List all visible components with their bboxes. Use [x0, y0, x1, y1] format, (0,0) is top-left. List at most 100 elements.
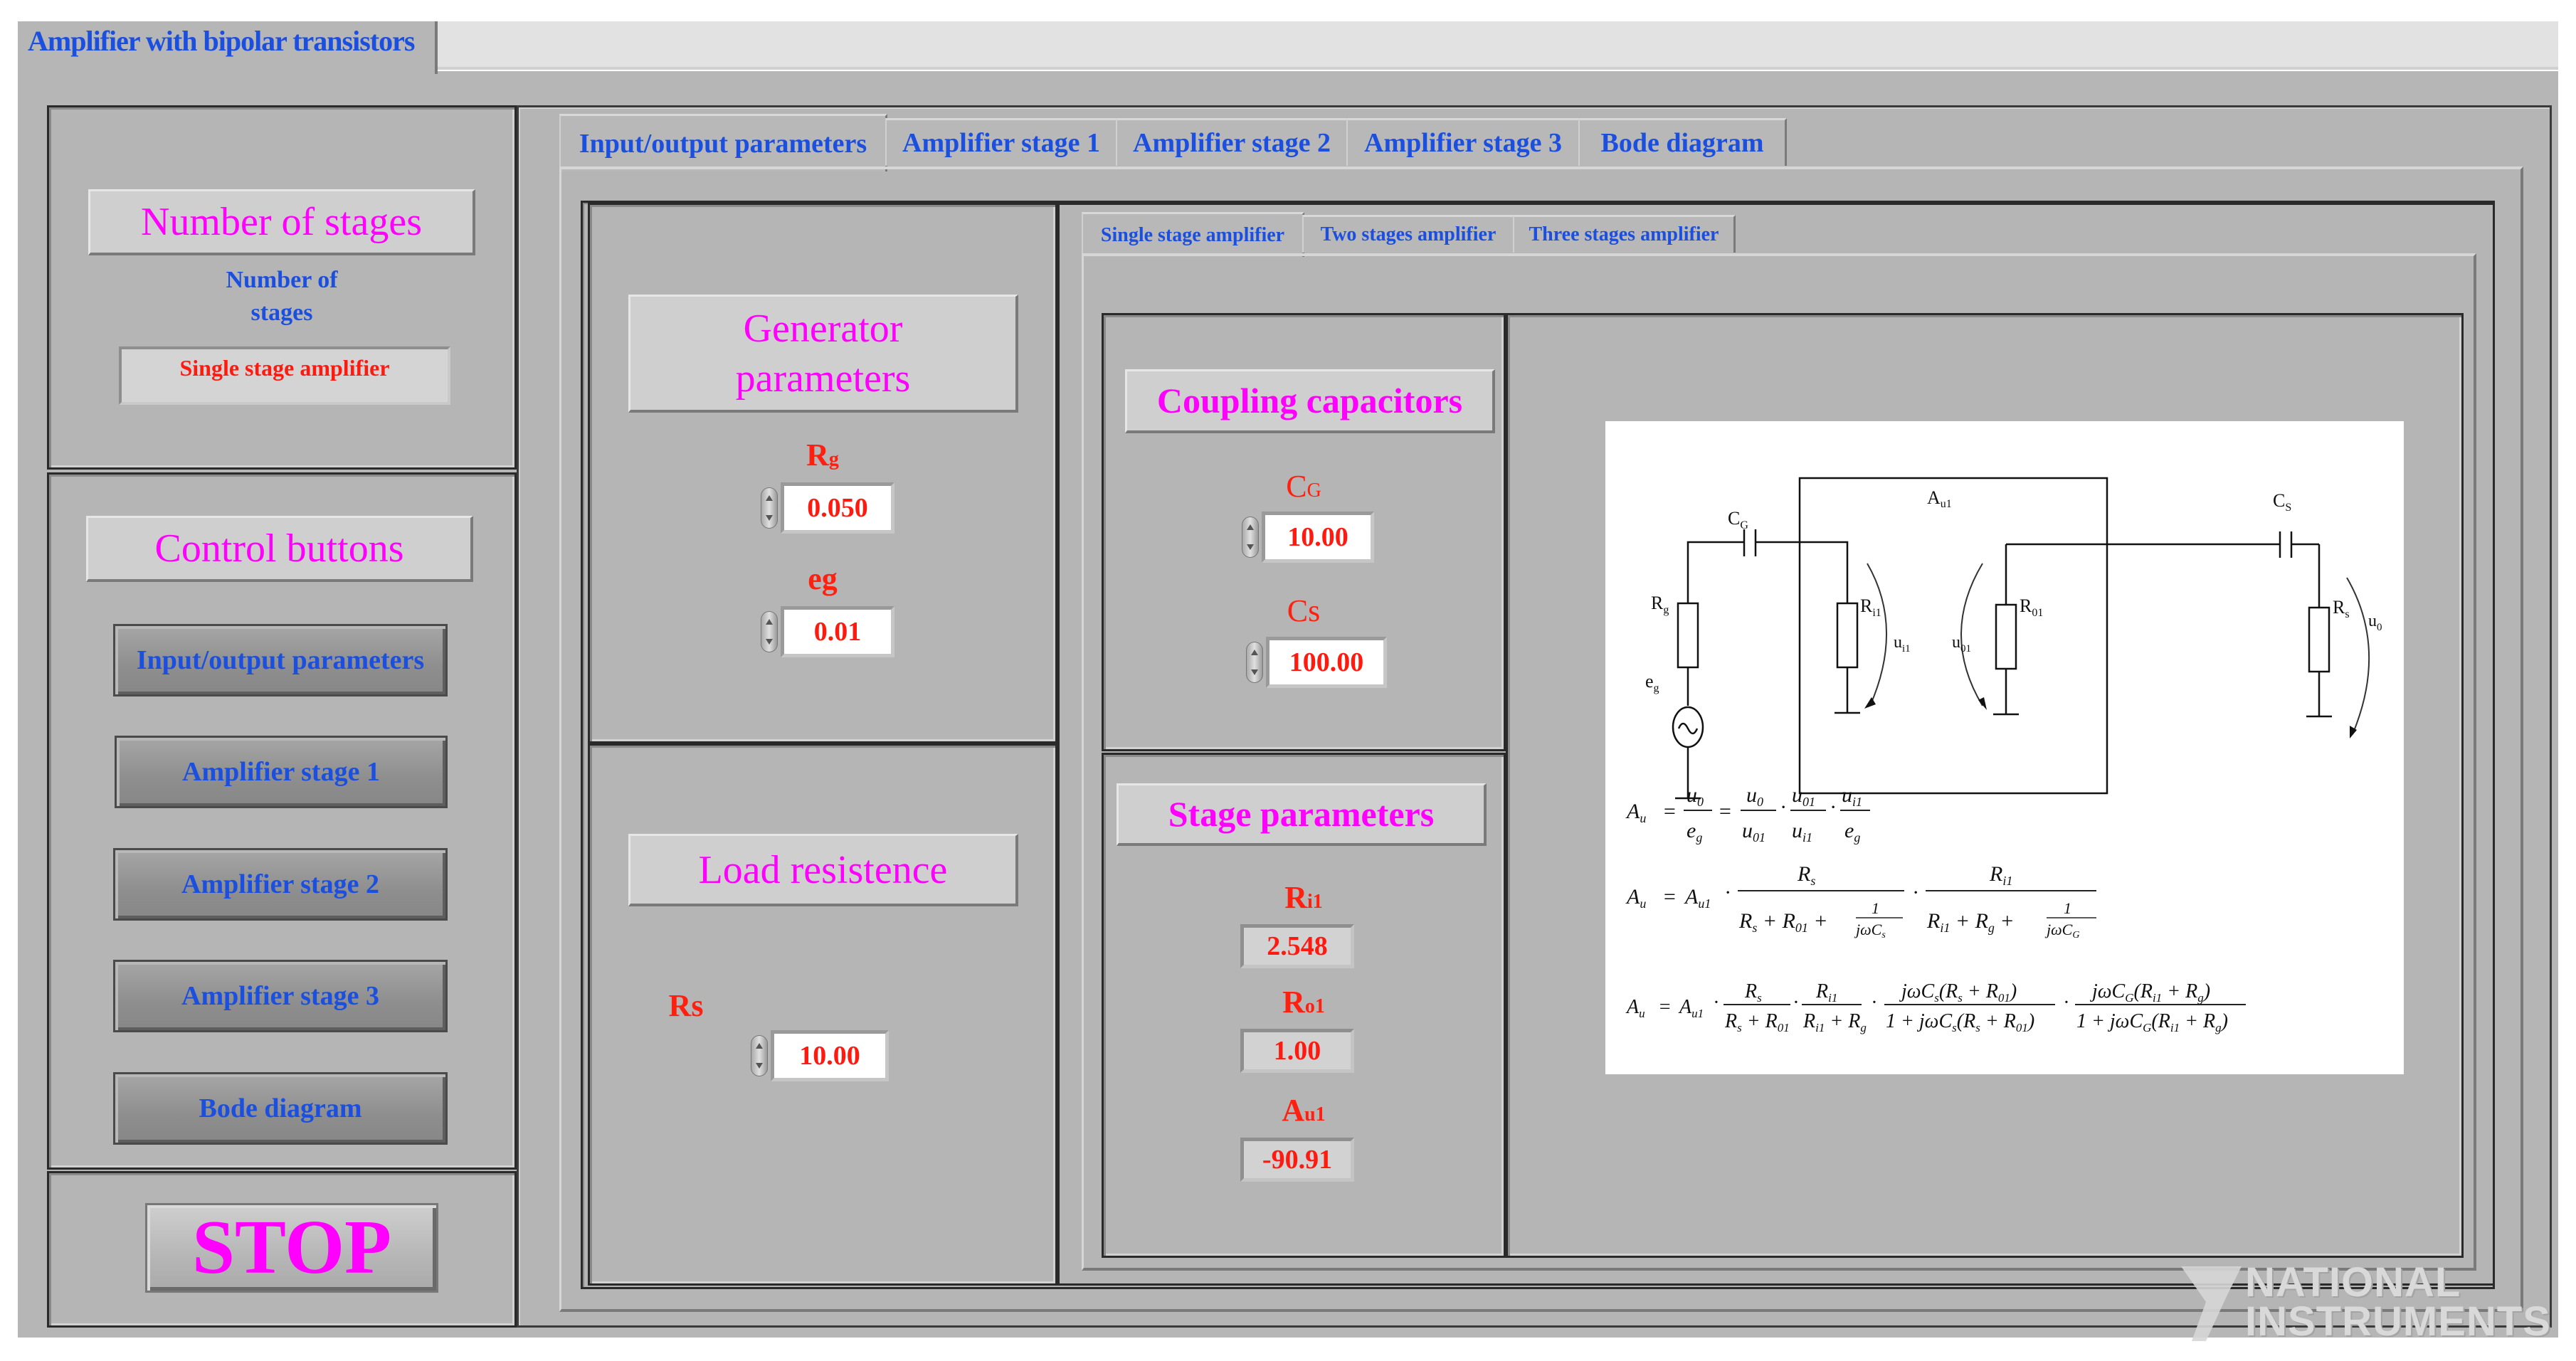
- svg-text:jωCG(Ri1 + Rg): jωCG(Ri1 + Rg): [2090, 980, 2210, 1005]
- ro1-circuit-sub: 01: [2032, 607, 2043, 619]
- au1-label: Au1: [1104, 1092, 1504, 1128]
- ni-logo-line-2: INSTRUMENTS: [2245, 1298, 2551, 1345]
- uo1-circuit-sub: 01: [1960, 643, 1971, 655]
- cg-increment-decrement-icon[interactable]: [1242, 517, 1259, 558]
- amplifier-stage-3-button[interactable]: Amplifier stage 3: [113, 960, 448, 1032]
- svg-text:1: 1: [2064, 899, 2071, 917]
- sub-tab-bar: Single stage amplifier Two stages amplif…: [1082, 212, 1736, 257]
- svg-text:Ri1 + Rg: Ri1 + Rg: [1802, 1010, 1867, 1034]
- ri1-label: Ri1: [1104, 879, 1504, 916]
- subtab-two-stages-amplifier[interactable]: Two stages amplifier: [1302, 215, 1515, 253]
- rg-label: Rg: [590, 437, 1055, 473]
- stop-button[interactable]: STOP: [145, 1203, 438, 1293]
- load-section: Load resistence Rs 10.00: [588, 743, 1057, 1286]
- amplifier-stage-2-button[interactable]: Amplifier stage 2: [113, 848, 448, 921]
- tab-input-output-parameters[interactable]: Input/output parameters: [559, 114, 887, 171]
- rs-label: Rs: [668, 988, 704, 1023]
- svg-text:·: ·: [1714, 992, 1719, 1014]
- svg-text:=: =: [1658, 996, 1672, 1018]
- eg-increment-decrement-icon[interactable]: [761, 611, 778, 652]
- rs-input[interactable]: 10.00: [771, 1030, 889, 1081]
- rs-circuit-label: R: [2333, 597, 2345, 618]
- window-tab-strip: [438, 21, 2558, 70]
- svg-text:·: ·: [2064, 992, 2069, 1014]
- ri1-indicator: 2.548: [1240, 924, 1354, 968]
- au1-indicator: -90.91: [1240, 1138, 1354, 1182]
- ni-logo-icon: [2181, 1266, 2242, 1341]
- number-of-stages-label: Number of stages: [49, 264, 514, 329]
- cg-label-main: C: [1286, 469, 1307, 504]
- number-of-stages-ring[interactable]: Single stage amplifier: [119, 346, 450, 405]
- subtab-three-stages-amplifier[interactable]: Three stages amplifier: [1513, 215, 1736, 253]
- ro1-label-main: R: [1282, 985, 1305, 1020]
- tab-amplifier-stage-1[interactable]: Amplifier stage 1: [885, 118, 1118, 166]
- svg-text:1 + jωCs(Rs + R01): 1 + jωCs(Rs + R01): [1886, 1010, 2034, 1034]
- eg-input[interactable]: 0.01: [781, 606, 894, 657]
- stop-section: STOP: [47, 1171, 517, 1328]
- eg-control: 0.01: [761, 606, 894, 657]
- tab-amplifier-stage-3[interactable]: Amplifier stage 3: [1346, 118, 1580, 166]
- tab-bode-diagram[interactable]: Bode diagram: [1578, 118, 1787, 166]
- rg-input[interactable]: 0.050: [781, 482, 894, 534]
- eg-circuit-label: e: [1645, 671, 1654, 692]
- cg-circuit-sub: G: [1740, 519, 1748, 531]
- au1-label-main: A: [1282, 1093, 1305, 1128]
- cg-circuit-label: C: [1728, 508, 1740, 529]
- cs-control: 100.00: [1246, 637, 1387, 688]
- rg-circuit-label: R: [1651, 593, 1664, 613]
- national-instruments-logo: NATIONAL INSTRUMENTS: [2178, 1261, 2550, 1343]
- cg-input[interactable]: 10.00: [1262, 512, 1374, 563]
- svg-text:·: ·: [1793, 992, 1798, 1014]
- generator-title: Generator parameters: [628, 295, 1018, 413]
- stage-parameters-section: Stage parameters Ri1 2.548 Ro1 1.00 Au1 …: [1102, 753, 1506, 1258]
- cs-circuit-label: C: [2273, 490, 2285, 511]
- coupling-section: Coupling capacitors CG 10.00 Cs 100.00: [1102, 313, 1506, 751]
- stages-section: Number of stages Number of stages Single…: [47, 105, 517, 470]
- ri1-circuit-sub: i1: [1872, 607, 1881, 619]
- main-tab-bar: Input/output parameters Amplifier stage …: [559, 114, 1787, 171]
- label-line-2: stages: [250, 299, 313, 326]
- rg-increment-decrement-icon[interactable]: [761, 487, 778, 529]
- cs-increment-decrement-icon[interactable]: [1246, 642, 1263, 683]
- svg-text:Ri1 + Rg +: Ri1 + Rg +: [1926, 909, 2015, 935]
- coupling-title: Coupling capacitors: [1125, 369, 1495, 433]
- au1-label-sub: u1: [1304, 1103, 1326, 1126]
- uo-circuit-sub: 0: [2377, 622, 2382, 633]
- ri1-label-main: R: [1284, 880, 1307, 915]
- eg-circuit-sub: g: [1654, 682, 1659, 694]
- window-tab-title: Amplifier with bipolar transistors: [28, 25, 415, 57]
- subtab-single-stage-amplifier[interactable]: Single stage amplifier: [1082, 212, 1304, 257]
- rs-circuit-sub: s: [2345, 608, 2349, 620]
- rg-label-main: R: [806, 438, 829, 472]
- rs-increment-decrement-icon[interactable]: [751, 1035, 768, 1076]
- svg-text:·: ·: [1725, 881, 1731, 904]
- ni-logo-text: NATIONAL INSTRUMENTS: [2245, 1259, 2551, 1345]
- svg-text:·: ·: [1913, 881, 1918, 904]
- bode-diagram-button[interactable]: Bode diagram: [113, 1072, 448, 1145]
- generator-section: Generator parameters Rg 0.050 eg 0.01: [588, 203, 1057, 743]
- ui1-circuit-sub: i1: [1902, 643, 1911, 655]
- load-title: Load resistence: [628, 834, 1018, 906]
- tab-amplifier-stage-2[interactable]: Amplifier stage 2: [1116, 118, 1348, 166]
- window-tab[interactable]: Amplifier with bipolar transistors: [18, 21, 438, 74]
- ri1-circuit-label: R: [1860, 595, 1873, 616]
- circuit-figure: CG CS Au1 Rg eg Ri1 ui1 u01 R01 Rs u0 Au…: [1605, 421, 2404, 1074]
- rg-label-sub: g: [828, 448, 839, 470]
- ro1-label-sub: o1: [1304, 995, 1325, 1017]
- amplifier-stage-1-button[interactable]: Amplifier stage 1: [115, 736, 448, 808]
- cg-control: 10.00: [1242, 512, 1374, 563]
- stage-parameters-title: Stage parameters: [1117, 783, 1487, 846]
- uo1-circuit-label: u: [1952, 633, 1960, 652]
- ni-logo-line-1: NATIONAL: [2245, 1259, 2461, 1306]
- stages-section-title: Number of stages: [88, 189, 475, 255]
- ri1-label-sub: i1: [1307, 891, 1323, 913]
- svg-text:=: =: [1662, 885, 1677, 909]
- svg-text:·: ·: [1780, 795, 1786, 819]
- control-buttons-title: Control buttons: [86, 516, 473, 582]
- eg-label: eg: [808, 561, 838, 596]
- cs-input[interactable]: 100.00: [1266, 637, 1387, 688]
- svg-text:1: 1: [1872, 899, 1879, 917]
- input-output-parameters-button[interactable]: Input/output parameters: [113, 624, 448, 697]
- cs-label: Cs: [1287, 593, 1321, 628]
- rg-circuit-sub: g: [1663, 604, 1669, 616]
